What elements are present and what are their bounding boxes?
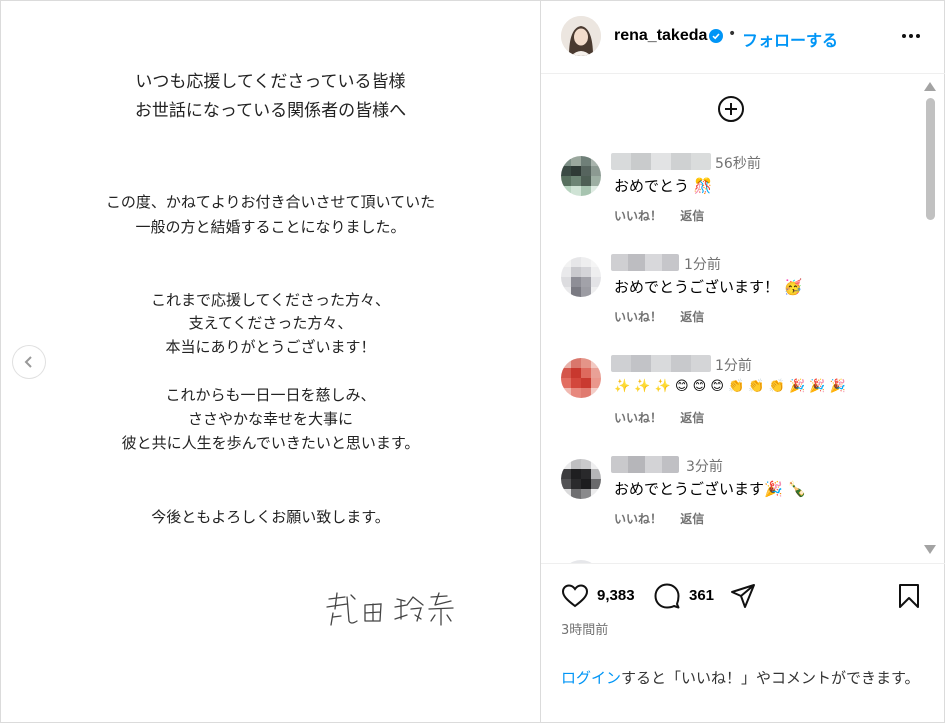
letter-text-line: 一般の方と結婚することになりました。 [135, 218, 406, 236]
more-options-button[interactable] [896, 24, 926, 48]
comment-timestamp[interactable]: 3分前 [686, 456, 723, 476]
follow-button[interactable]: フォローする [742, 27, 838, 51]
more-options-icon-dot [909, 34, 913, 38]
login-prompt: ログインすると「いいね！」やコメントができます。 [561, 667, 926, 689]
post-actions: 9,383 361 3時間前 ログインすると「いいね！」やコメントができます。 [541, 563, 945, 723]
commenter-name-blurred[interactable] [611, 153, 711, 170]
like-comment-button[interactable]: いいね！ [614, 209, 662, 223]
bookmark-icon[interactable] [897, 583, 921, 609]
post-image: いつも応援してくださっている皆様 お世話になっている関係者の皆様へ この度、かね… [1, 1, 540, 722]
like-comment-button[interactable]: いいね！ [614, 411, 662, 425]
commenter-name-blurred[interactable] [611, 456, 679, 473]
commenter-avatar[interactable] [561, 459, 601, 499]
separator-dot: • [728, 26, 737, 42]
commenter-avatar[interactable] [561, 257, 601, 297]
commenter-name-blurred[interactable] [611, 254, 679, 271]
like-comment-button[interactable]: いいね！ [614, 310, 662, 324]
commenter-avatar[interactable] [561, 358, 601, 398]
more-options-icon-dot [916, 34, 920, 38]
comment-timestamp[interactable]: 56秒前 [715, 153, 761, 173]
letter-text-line: この度、かねてよりお付き合いさせて頂いていた [105, 193, 436, 211]
load-more-comments-icon[interactable] [717, 95, 745, 123]
comment-text: おめでとうございます！ 🥳 [614, 278, 803, 296]
share-icon[interactable] [729, 583, 757, 609]
post-header: rena_takeda • フォローする [541, 0, 945, 74]
comment-text: おめでとうございます🎉 🍾 [614, 480, 807, 498]
handwritten-signature [326, 592, 454, 626]
letter-text-line: ささやかな幸せを大事に [187, 410, 353, 428]
profile-avatar[interactable] [561, 16, 601, 56]
comments-list[interactable]: 56秒前 おめでとう 🎊 いいね！ 返信 1分前 おめでとうございます！ 🥳 い… [541, 75, 945, 563]
letter-text-line: これからも一日一日を慈しみ、 [165, 386, 376, 404]
scroll-up-arrow-icon[interactable] [924, 82, 936, 91]
comment-text: ✨ ✨ ✨ 😊 😊 😊 👏 👏 👏 🎉 🎉 🎉 [614, 379, 846, 394]
previous-image-button[interactable] [13, 346, 45, 378]
letter-text-line: これまで応援してくださった方々、 [150, 291, 391, 309]
comment-timestamp[interactable]: 1分前 [684, 254, 721, 274]
comment-timestamp[interactable]: 1分前 [715, 355, 752, 375]
letter-greeting-line-2: お世話になっている関係者の皆様へ [134, 101, 407, 121]
post-timestamp[interactable]: 3時間前 [561, 619, 608, 638]
commenter-avatar[interactable] [561, 156, 601, 196]
letter-text-line: 支えてくださった方々、 [188, 314, 353, 332]
comments-count[interactable]: 361 [689, 587, 714, 604]
heart-icon[interactable] [561, 583, 589, 609]
reply-button[interactable]: 返信 [680, 411, 704, 425]
commenter-name-blurred[interactable] [611, 355, 711, 372]
scroll-down-arrow-icon[interactable] [924, 545, 936, 554]
username[interactable]: rena_takeda [614, 27, 707, 45]
avatar-image [561, 16, 601, 56]
reply-button[interactable]: 返信 [680, 310, 704, 324]
comment-text: おめでとう 🎊 [614, 177, 713, 195]
login-prompt-text: すると「いいね！」やコメントができます。 [621, 669, 920, 687]
chevron-left-icon [24, 356, 32, 368]
reply-button[interactable]: 返信 [680, 512, 704, 526]
letter-text-line: 本当にありがとうございます！ [165, 338, 376, 356]
comments-scrollbar[interactable] [922, 78, 938, 560]
comment-icon[interactable] [653, 583, 681, 609]
reply-button[interactable]: 返信 [680, 209, 704, 223]
letter-greeting-line-1: いつも応援してくださっている皆様 [135, 72, 406, 92]
login-link[interactable]: ログイン [561, 669, 621, 687]
letter-closing: 今後ともよろしくお願い致します。 [151, 508, 390, 526]
scroll-thumb[interactable] [926, 98, 935, 220]
likes-count[interactable]: 9,383 [597, 587, 635, 604]
more-options-icon [902, 34, 906, 38]
verified-badge-icon [709, 29, 723, 43]
letter-text-line: 彼と共に人生を歩んでいきたいと思います。 [121, 434, 420, 452]
like-comment-button[interactable]: いいね！ [614, 512, 662, 526]
